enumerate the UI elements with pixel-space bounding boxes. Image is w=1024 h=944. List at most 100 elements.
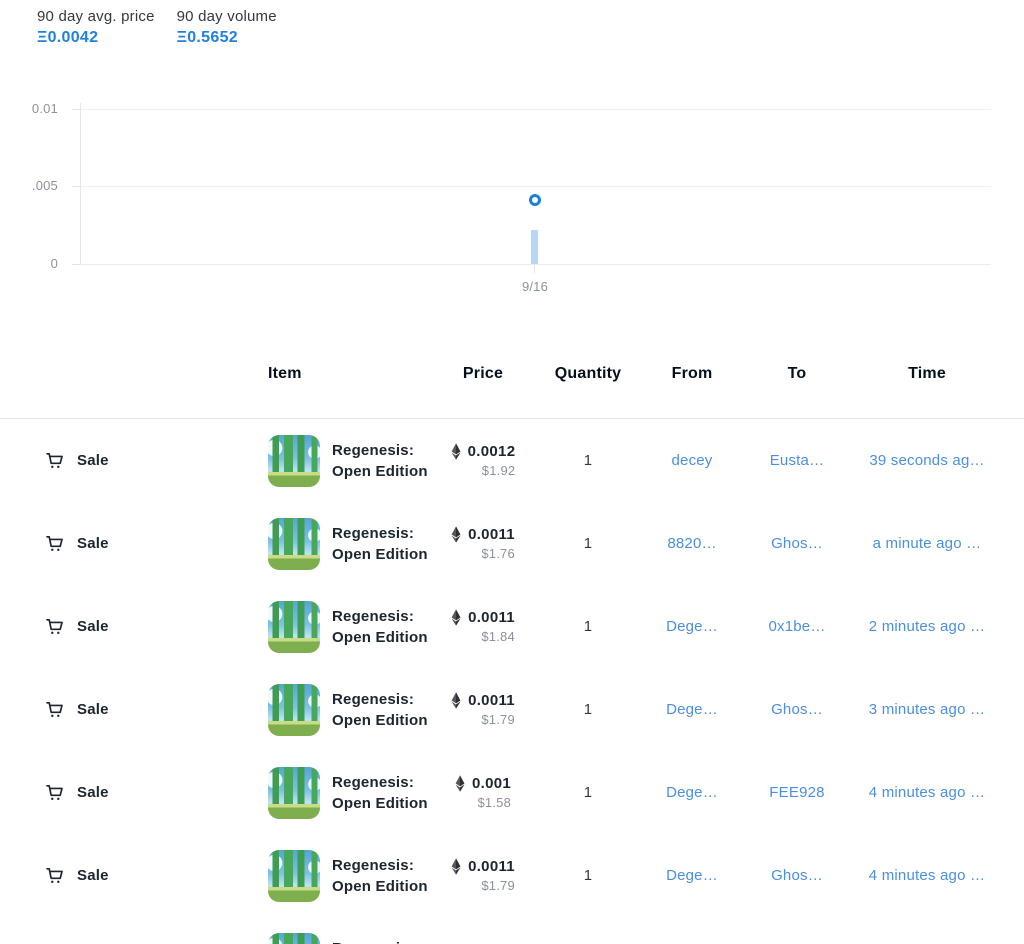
shopping-cart-icon: [45, 534, 64, 553]
price-usd-value: $1.79: [481, 712, 515, 727]
transaction-time-link[interactable]: 39 seconds ag…: [869, 452, 984, 469]
item-name-link[interactable]: Regenesis: Open Edition: [332, 689, 428, 731]
price-eth-value: 0.0011: [468, 609, 515, 626]
price-usd-value: $1.58: [477, 795, 511, 810]
price-cell: 0.001 $1.58: [430, 775, 536, 810]
from-cell: Dege…: [640, 618, 744, 635]
stat-volume-label: 90 day volume: [177, 7, 277, 27]
to-cell: Ghos…: [744, 535, 850, 552]
transaction-time-link[interactable]: 4 minutes ago …: [869, 867, 985, 884]
price-eth-value: 0.001: [472, 775, 511, 792]
shopping-cart-icon: [45, 783, 64, 802]
event-type-label: Sale: [77, 784, 109, 801]
gridline-0-005: [80, 186, 991, 187]
item-thumbnail[interactable]: [268, 518, 320, 570]
item-cell: Regenesis: Open Edition: [232, 435, 430, 487]
to-account-link[interactable]: 0x1be…: [768, 618, 825, 635]
item-thumbnail[interactable]: [268, 850, 320, 902]
to-account-link[interactable]: Eusta…: [770, 452, 825, 469]
avg-price-data-point[interactable]: [529, 194, 541, 206]
item-name-link[interactable]: Regenesis: Open Edition: [332, 772, 428, 814]
header-price: Price: [430, 357, 536, 383]
item-name-link[interactable]: Regenesis: Open Edition: [332, 523, 428, 565]
y-tick: [72, 109, 80, 110]
from-account-link[interactable]: Dege…: [666, 784, 718, 801]
to-account-link[interactable]: Ghos…: [771, 701, 823, 718]
from-cell: Dege…: [640, 867, 744, 884]
from-account-link[interactable]: decey: [671, 452, 712, 469]
from-account-link[interactable]: Dege…: [666, 618, 718, 635]
quantity-cell: 1: [536, 701, 640, 718]
item-thumbnail[interactable]: [268, 684, 320, 736]
header-time: Time: [850, 357, 1024, 383]
stat-avg-price: 90 day avg. price Ξ0.0042: [37, 7, 155, 49]
transaction-time-link[interactable]: 3 minutes ago …: [869, 701, 985, 718]
time-cell: 39 seconds ag…: [850, 452, 1024, 469]
table-row: Sale Regenesis: Open Edition: [0, 917, 1024, 944]
quantity-cell: 1: [536, 618, 640, 635]
gridline-0-01: [80, 109, 991, 110]
item-cell: Regenesis: Open Edition: [232, 518, 430, 570]
item-name-link[interactable]: Regenesis: Open Edition: [332, 855, 428, 897]
item-name-link[interactable]: Regenesis: Open Edition: [332, 606, 428, 648]
quantity-cell: 1: [536, 452, 640, 469]
ethereum-icon: [451, 609, 461, 626]
to-cell: Ghos…: [744, 701, 850, 718]
ethereum-icon: [455, 775, 465, 792]
ethereum-icon: [451, 443, 461, 460]
item-cell: Regenesis: Open Edition: [232, 850, 430, 902]
transaction-time-link[interactable]: 4 minutes ago …: [869, 784, 985, 801]
transaction-time-link[interactable]: a minute ago …: [873, 535, 982, 552]
to-account-link[interactable]: Ghos…: [771, 867, 823, 884]
transaction-time-link[interactable]: 2 minutes ago …: [869, 618, 985, 635]
item-name-line2: Open Edition: [332, 461, 428, 482]
header-from: From: [640, 357, 744, 383]
price-cell: 0.0011 $1.84: [430, 609, 536, 644]
item-cell: Regenesis: Open Edition: [232, 684, 430, 736]
x-axis-tick: [534, 264, 535, 273]
event-type-label: Sale: [77, 452, 109, 469]
to-account-link[interactable]: Ghos…: [771, 535, 823, 552]
item-name-line2: Open Edition: [332, 627, 428, 648]
x-axis-tick-label: 9/16: [500, 279, 570, 294]
event-cell: Sale: [0, 866, 232, 885]
table-row: Sale Regenesis: Open Edition: [0, 585, 1024, 668]
time-cell: 2 minutes ago …: [850, 618, 1024, 635]
item-name-line1: Regenesis:: [332, 772, 428, 793]
from-cell: decey: [640, 452, 744, 469]
item-name-line2: Open Edition: [332, 710, 428, 731]
item-name-line1: Regenesis:: [332, 855, 428, 876]
event-type-label: Sale: [77, 618, 109, 635]
item-name-link[interactable]: Regenesis: Open Edition: [332, 440, 428, 482]
activity-table-header: Item Price Quantity From To Time: [0, 357, 1024, 419]
from-account-link[interactable]: 8820…: [667, 535, 716, 552]
item-thumbnail[interactable]: [268, 933, 320, 944]
from-account-link[interactable]: Dege…: [666, 701, 718, 718]
from-cell: 8820…: [640, 535, 744, 552]
activity-table: Item Price Quantity From To Time Sale Re…: [0, 357, 1024, 944]
to-cell: Ghos…: [744, 867, 850, 884]
table-row: Sale Regenesis: Open Edition: [0, 419, 1024, 502]
item-thumbnail[interactable]: [268, 601, 320, 653]
shopping-cart-icon: [45, 617, 64, 636]
item-name-line2: Open Edition: [332, 876, 428, 897]
stat-avg-price-label: 90 day avg. price: [37, 7, 155, 27]
from-cell: Dege…: [640, 701, 744, 718]
item-thumbnail[interactable]: [268, 435, 320, 487]
table-row: Sale Regenesis: Open Edition: [0, 834, 1024, 917]
price-history-chart: 0.01 .005 0 9/16: [0, 91, 1024, 301]
from-account-link[interactable]: Dege…: [666, 867, 718, 884]
quantity-cell: 1: [536, 535, 640, 552]
price-eth-value: 0.0011: [468, 526, 515, 543]
price-cell: 0.0011 $1.79: [430, 692, 536, 727]
volume-bar: [531, 230, 538, 264]
table-body: Sale Regenesis: Open Edition: [0, 419, 1024, 944]
item-name-line1: Regenesis:: [332, 689, 428, 710]
to-account-link[interactable]: FEE928: [769, 784, 824, 801]
event-type-label: Sale: [77, 535, 109, 552]
item-name-link[interactable]: Regenesis: Open Edition: [332, 938, 428, 944]
item-cell: Regenesis: Open Edition: [232, 601, 430, 653]
item-thumbnail[interactable]: [268, 767, 320, 819]
event-cell: Sale: [0, 534, 232, 553]
collection-stats: 90 day avg. price Ξ0.0042 90 day volume …: [0, 0, 1024, 49]
